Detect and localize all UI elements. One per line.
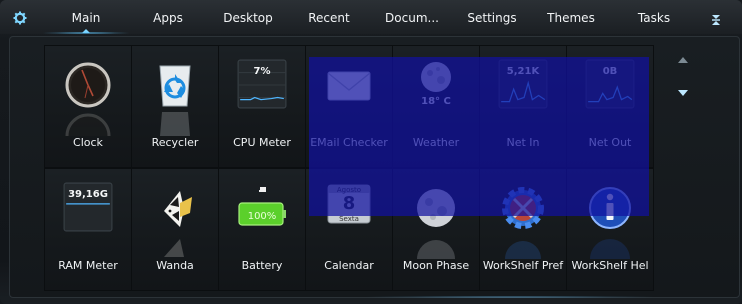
tab-themes[interactable]: Themes <box>541 0 601 34</box>
workshelf-window: Main Apps Desktop Recent Docum... Settin… <box>0 0 742 304</box>
ram-value: 39,16G <box>68 189 108 200</box>
tab-label: Desktop <box>223 11 273 25</box>
scroll-down-arrow-icon[interactable] <box>678 90 688 96</box>
calendar-day: 8 <box>342 193 356 214</box>
moon-phase-reflection <box>417 240 455 259</box>
widget-net-in[interactable]: 5,21K Net In <box>480 46 566 167</box>
tab-recent[interactable]: Recent <box>300 0 358 34</box>
widget-net-out[interactable]: 0B Net Out <box>567 46 653 167</box>
tab-settings[interactable]: Settings <box>462 0 522 34</box>
widget-cpu-meter[interactable]: 7% CPU Meter <box>219 46 305 167</box>
widget-moon-phase[interactable]: Moon Phase <box>393 169 479 290</box>
gear-tools-icon <box>502 187 544 229</box>
prefs-reflection <box>505 241 541 259</box>
widget-battery[interactable]: 100% Battery <box>219 169 305 290</box>
battery-icon <box>238 187 286 226</box>
widget-workshelf-prefs[interactable]: WorkShelf Pref <box>480 169 566 290</box>
widget-label: Moon Phase <box>402 259 470 272</box>
tab-tasks[interactable]: Tasks <box>626 0 682 34</box>
widget-label: WorkShelf Pref <box>482 259 564 272</box>
tab-label: Apps <box>153 11 183 25</box>
net-out-value: 0B <box>602 66 618 77</box>
widget-label: Recycler <box>151 136 199 149</box>
widget-weather[interactable]: 18° C Weather <box>393 46 479 167</box>
widget-label: CPU Meter <box>233 136 291 149</box>
clock-icon <box>65 62 111 108</box>
fish-icon <box>164 191 192 227</box>
widget-label: Net Out <box>588 136 632 149</box>
clock-reflection <box>65 113 111 136</box>
help-reflection <box>590 239 630 259</box>
recycle-bin-icon <box>159 65 191 107</box>
widget-label: Battery <box>241 259 283 272</box>
tab-label: Settings <box>467 11 517 25</box>
bottom-glow <box>360 296 660 298</box>
tab-desktop[interactable]: Desktop <box>215 0 281 34</box>
tab-label: Themes <box>547 11 595 25</box>
collapse-icon[interactable] <box>709 13 723 27</box>
net-in-value: 5,21K <box>506 66 540 77</box>
widget-label: Net In <box>506 136 540 149</box>
widget-label: WorkShelf Hel <box>571 259 649 272</box>
widget-calendar[interactable]: Agosto 8 Sexta Calendar <box>306 169 392 290</box>
tab-label: Tasks <box>637 11 671 25</box>
weather-temperature: 18° C <box>421 96 451 107</box>
scroll-up-arrow-icon[interactable] <box>678 57 688 63</box>
tab-bar: Main Apps Desktop Recent Docum... Settin… <box>0 0 742 34</box>
widget-ram-meter[interactable]: 39,16G RAM Meter <box>45 169 131 290</box>
cpu-value: 7% <box>253 66 271 77</box>
info-icon <box>589 187 631 229</box>
calendar-weekday: Sexta <box>339 215 359 223</box>
widget-workshelf-help[interactable]: WorkShelf Hel <box>567 169 653 290</box>
tab-label: Main <box>71 11 101 25</box>
widget-clock[interactable]: Clock <box>45 46 131 167</box>
active-tab-indicator <box>82 29 90 33</box>
widget-label: RAM Meter <box>58 259 118 272</box>
wanda-reflection <box>164 239 184 257</box>
widget-email-checker[interactable]: EMail Checker <box>306 46 392 167</box>
tab-documents[interactable]: Docum... <box>379 0 445 34</box>
recycler-reflection <box>160 112 190 136</box>
tab-apps[interactable]: Apps <box>138 0 198 34</box>
widget-label: Calendar <box>324 259 374 272</box>
widget-recycler[interactable]: Recycler <box>132 46 218 167</box>
widget-label: Weather <box>412 136 460 149</box>
moon-phase-icon <box>417 189 455 227</box>
widget-wanda[interactable]: Wanda <box>132 169 218 290</box>
tab-label: Docum... <box>385 11 439 25</box>
widget-label: Wanda <box>156 259 194 272</box>
envelope-icon <box>327 71 371 101</box>
battery-value: 100% <box>247 211 277 222</box>
gear-icon[interactable] <box>13 11 27 25</box>
tab-main[interactable]: Main <box>41 0 131 34</box>
widget-label: Clock <box>73 136 103 149</box>
widget-label: EMail Checker <box>310 136 388 149</box>
widget-grid: Clock Recycler 7% CPU Meter EMail Checke… <box>44 45 654 291</box>
tab-label: Recent <box>308 11 350 25</box>
